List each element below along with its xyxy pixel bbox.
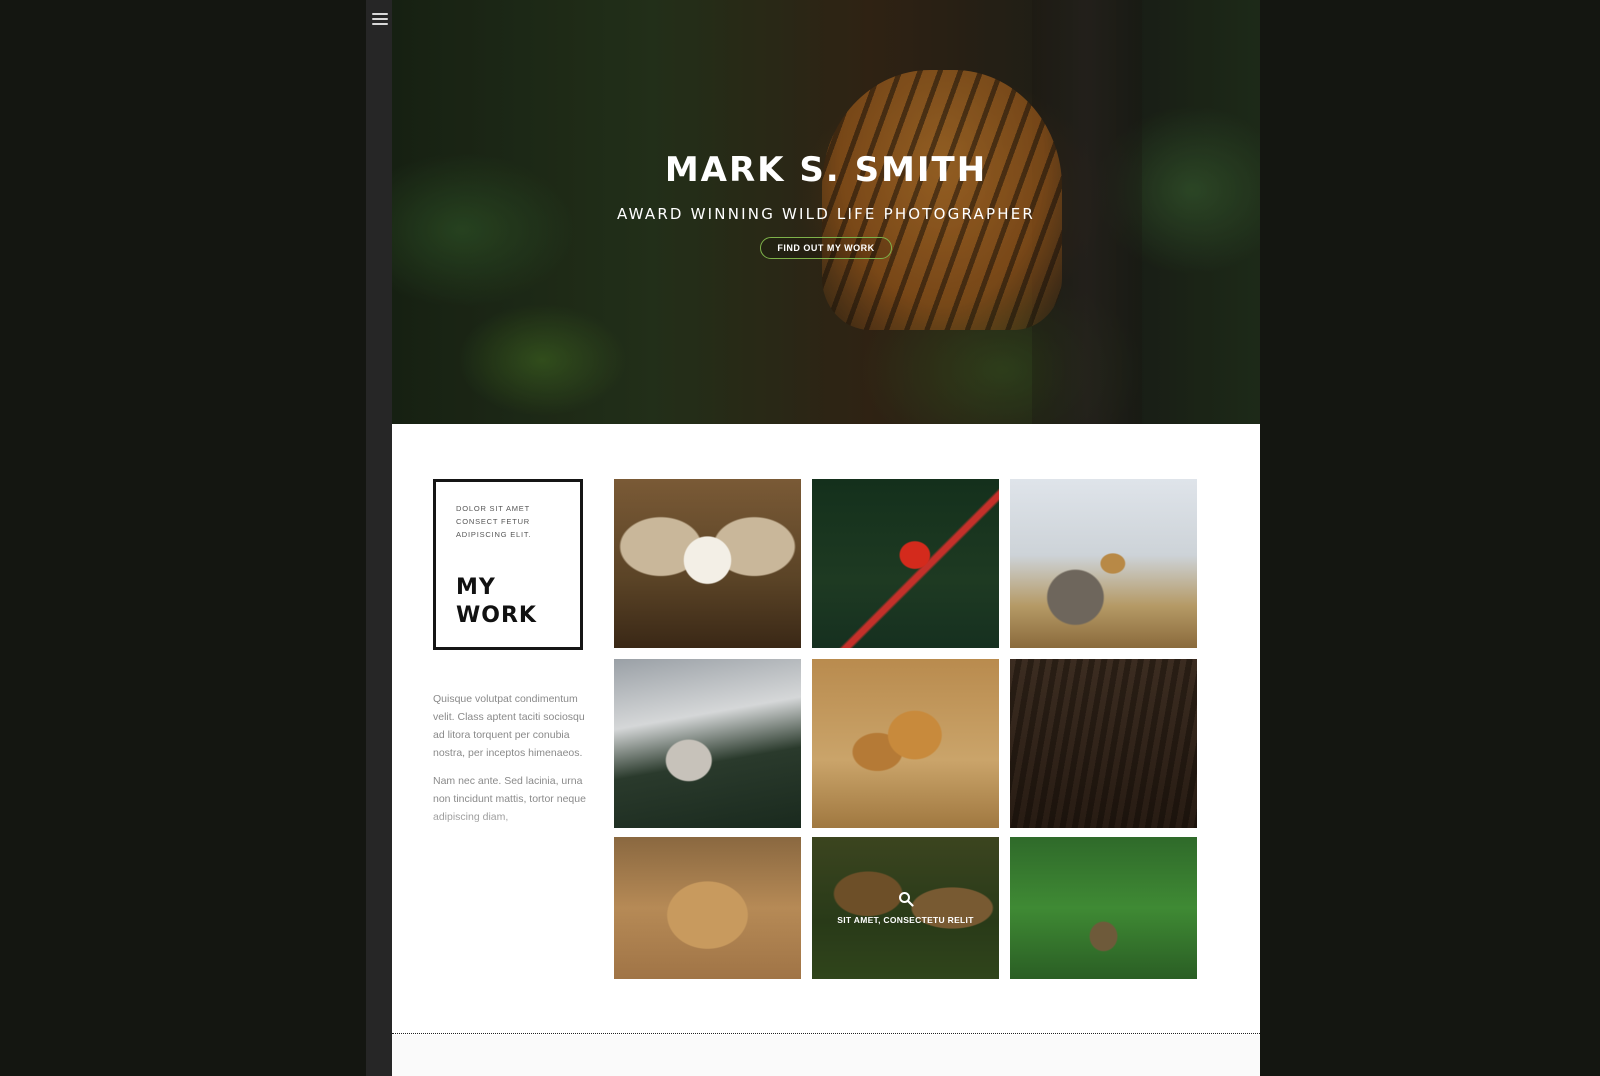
gallery-item-safari[interactable] [1010, 479, 1197, 648]
gallery-item-monkey[interactable] [614, 479, 801, 648]
gallery-item-forest[interactable] [1010, 837, 1197, 979]
work-kicker: DOLOR SIT AMET CONSECT FETUR ADIPISCING … [456, 504, 532, 539]
gallery-item-lions[interactable] [614, 837, 801, 979]
gallery-item-macaw[interactable] [812, 479, 999, 648]
hero-title: MARK S. SMITH [664, 150, 988, 190]
work-heading: MY WORK [456, 575, 537, 628]
gallery-item-giraffes[interactable]: SIT AMET, CONSECTETU RELIT [812, 837, 999, 979]
section-divider [392, 1033, 1260, 1034]
hero-subtitle: AWARD WINNING WILD LIFE PHOTOGRAPHER [617, 205, 1035, 223]
work-paragraph-1: Quisque volutpat condimentum velit. Clas… [433, 693, 585, 759]
page: MARK S. SMITH AWARD WINNING WILD LIFE PH… [392, 0, 1260, 1076]
work-paragraph-2: Nam nec ante. Sed lacinia, urna non tinc… [433, 775, 586, 823]
gallery-item-piglets[interactable] [1010, 659, 1197, 828]
work-description: Quisque volutpat condimentum velit. Clas… [433, 690, 591, 850]
hamburger-menu-icon[interactable] [372, 10, 388, 28]
gallery-hover-caption: SIT AMET, CONSECTETU RELIT [837, 915, 974, 925]
side-strip [366, 0, 392, 1076]
hero-banner: MARK S. SMITH AWARD WINNING WILD LIFE PH… [392, 0, 1260, 424]
hero-content: MARK S. SMITH AWARD WINNING WILD LIFE PH… [392, 150, 1260, 259]
gallery-item-wolf[interactable] [614, 659, 801, 828]
search-icon[interactable] [898, 891, 914, 907]
my-work-box: DOLOR SIT AMET CONSECT FETUR ADIPISCING … [433, 479, 583, 650]
next-section [392, 1035, 1260, 1076]
gallery-item-lion-cubs[interactable] [812, 659, 999, 828]
gallery-hover-overlay[interactable]: SIT AMET, CONSECTETU RELIT [812, 837, 999, 979]
find-out-my-work-button[interactable]: FIND OUT MY WORK [760, 237, 892, 259]
